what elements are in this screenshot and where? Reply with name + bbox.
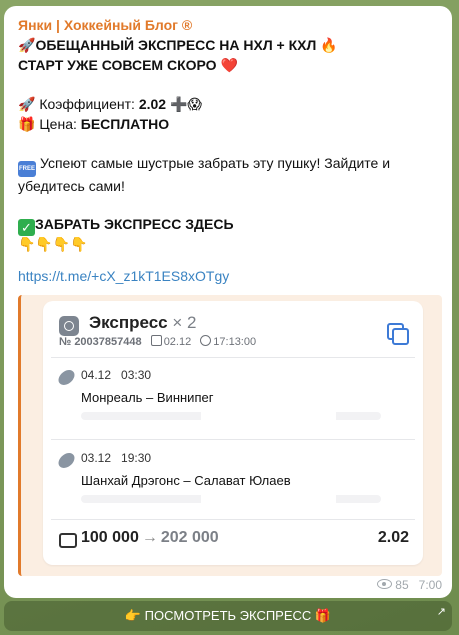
bet-slip-footer: 100 000 → 202 000 2.02 [59,529,409,553]
wallet-icon [59,533,77,548]
free-badge-icon: FREE [18,161,36,177]
bet-slip-card[interactable]: Экспресс × 2 № 20037857448 02.12 17:13:0… [43,301,423,565]
coefficient-line: 🚀 Коэффициент: 2.02 ➕😱 [18,96,202,113]
heart-icon: ❤️ [220,58,238,74]
promo-line: FREE Успеют самые шустрые забрать эту пуш… [18,154,442,177]
external-link-icon: ↗ [436,606,446,618]
bet-slip-title: Экспресс × 2 [89,313,197,332]
bet-slip-meta: № 20037857448 02.12 17:13:00 [59,335,256,348]
message-bubble: Янки | Хоккейный Блог ® 🚀ОБЕЩАННЫЙ ЭКСПР… [4,6,452,598]
divider [51,519,415,520]
message-text: 🚀ОБЕЩАННЫЙ ЭКСПРЕСС НА НХЛ + КХЛ 🔥 СТАРТ… [18,36,442,255]
time-icon [200,335,212,346]
pointing-down-icons: 👇👇👇👇 [18,237,88,253]
message-meta: 85 7:00 [377,578,442,592]
channel-name[interactable]: Янки | Хоккейный Блог ® [18,17,442,33]
cta-line: ✓ ЗАБРАТЬ ЭКСПРЕСС ЗДЕСЬ [18,215,442,236]
promo-line-2: убедитесь сами! [18,178,125,194]
event-match: Монреаль – Виннипег [81,390,214,405]
link-preview[interactable]: Экспресс × 2 № 20037857448 02.12 17:13:0… [18,295,442,576]
message-time: 7:00 [418,578,442,592]
plus-scream-icon: ➕😱 [169,97,202,113]
headline-line-1: 🚀ОБЕЩАННЫЙ ЭКСПРЕСС НА НХЛ + КХЛ 🔥 [18,37,338,54]
copy-icon[interactable] [387,323,409,345]
hidden-outcome [81,495,381,503]
rocket-icon: 🚀 [18,97,36,113]
divider [51,439,415,440]
eye-icon [377,579,393,589]
invite-link[interactable]: https://t.me/+cX_z1kT1ES8xOTgy [18,268,442,284]
calendar-icon [150,335,162,346]
divider [51,357,415,358]
event-datetime: 04.12 03:30 [81,368,152,382]
view-count: 85 [395,578,409,592]
checkmark-icon: ✓ [18,219,35,236]
hidden-outcome [81,412,381,420]
stake-payout: 100 000 → 202 000 [81,529,219,546]
gift-icon: 🎁 [18,117,36,133]
rocket-icon: 🚀 [18,38,36,54]
bet-time: 17:13:00 [213,336,257,348]
clock-icon [59,316,79,336]
bet-date: 02.12 [163,336,192,348]
bet-number: № 20037857448 [59,336,142,348]
event-datetime: 03.12 19:30 [81,451,152,465]
hockey-puck-icon [56,370,77,385]
price-line: 🎁 Цена: БЕСПЛАТНО [18,116,170,133]
hockey-puck-icon [56,453,77,468]
fire-icon: 🔥 [320,38,338,54]
total-coefficient: 2.02 [377,529,409,546]
view-express-button[interactable]: 👉 ПОСМОТРЕТЬ ЭКСПРЕСС 🎁 ↗ [4,601,452,631]
headline-line-2: СТАРТ УЖЕ СОВСЕМ СКОРО ❤️ [18,57,238,74]
event-match: Шанхай Дрэгонс – Салават Юлаев [81,473,291,488]
